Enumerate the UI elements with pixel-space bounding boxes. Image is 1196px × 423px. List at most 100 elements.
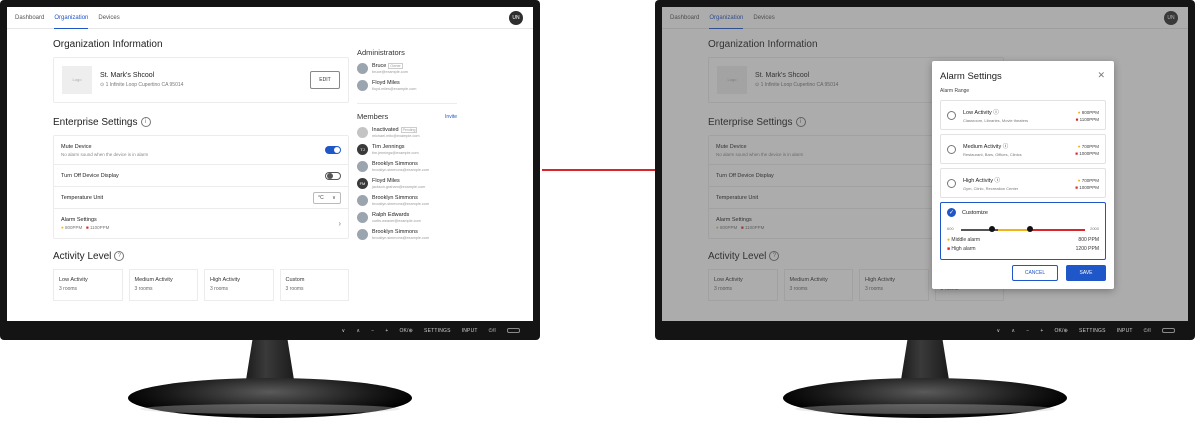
ok-button[interactable]: OK/⊕ (1054, 328, 1068, 334)
org-logo: Logo (62, 66, 92, 94)
enterprise-settings-card: Mute Device No alarm sound when the devi… (53, 135, 349, 239)
settings-button[interactable]: SETTINGS (424, 328, 451, 334)
edit-button[interactable]: EDIT (310, 71, 340, 89)
close-icon[interactable]: ✕ (1097, 70, 1105, 81)
chevron-right-icon: › (338, 219, 341, 228)
activity-card-low[interactable]: Low Activity 3 rooms (53, 269, 123, 301)
option-low-activity[interactable]: Low Activity ⓘ Classroom, Libraries, Mov… (940, 100, 1106, 130)
org-section-title: Organization Information (53, 39, 163, 50)
member-item[interactable]: FM Floyd Miles jackson.graham@example.com (357, 178, 457, 189)
ok-button[interactable]: OK/⊕ (399, 328, 413, 334)
alarm-settings-title: Alarm Settings (61, 217, 97, 223)
activity-title: Activity Level? (53, 251, 349, 262)
members-title: Members (357, 112, 389, 121)
monitor-right: Dashboard Organization Devices UN Organi… (655, 0, 1195, 423)
alarm-range-slider[interactable]: 600 2000 (947, 224, 1099, 234)
top-nav: Dashboard Organization Devices UN (7, 7, 533, 29)
activity-card-medium[interactable]: Medium Activity 3 rooms (128, 269, 198, 301)
monitor-stand-base (128, 378, 412, 418)
minus-button[interactable]: − (1026, 328, 1029, 334)
option-medium-activity[interactable]: Medium Activity ⓘ Restaurant, Bars, Offi… (940, 134, 1106, 164)
power-button[interactable]: ⏻/I (1144, 328, 1151, 334)
display-off-toggle[interactable] (325, 171, 341, 180)
down-button[interactable]: ∨ (996, 328, 1000, 334)
radio-high[interactable] (947, 178, 956, 188)
admin-item[interactable]: Floyd Miles floyd.miles@example.com (357, 80, 457, 91)
slider-min: 600 (947, 226, 954, 231)
help-icon: ⓘ (1002, 143, 1009, 150)
activity-card-high[interactable]: High Activity 3 rooms (204, 269, 274, 301)
member-item[interactable]: Inactivated Pending michael.mitc@example.c… (357, 127, 457, 138)
cancel-button[interactable]: CANCEL (1012, 265, 1058, 281)
member-item[interactable]: Brooklyn Simmons brooklyn.simmons@example… (357, 161, 457, 172)
mute-device-desc: No alarm sound when the device is in ala… (61, 151, 149, 157)
slider-thumb-high[interactable] (1027, 226, 1033, 232)
user-avatar[interactable]: UN (509, 11, 523, 25)
mute-device-toggle[interactable] (325, 146, 341, 154)
activity-card-custom[interactable]: Custom 3 rooms (279, 269, 349, 301)
admin-item[interactable]: Bruce Owner bruce@example.com (357, 63, 457, 74)
power-button[interactable]: ⏻/I (489, 328, 496, 334)
display-off-title: Turn Off Device Display (61, 172, 119, 179)
alarm-settings-row[interactable]: Alarm Settings ● 800PPM ■ 1100PPM › (54, 209, 348, 238)
help-icon: ⓘ (994, 177, 1001, 184)
check-icon[interactable]: ✓ (947, 208, 956, 217)
option-high-activity[interactable]: High Activity ⓘ Gym, Clinic, Recreation … (940, 168, 1106, 198)
radio-low[interactable] (947, 110, 956, 120)
plus-button[interactable]: + (1040, 328, 1043, 334)
org-card: Logo St. Mark's Shcool ⊙ 1 Infinite Loop… (53, 57, 349, 103)
avatar: TJ (357, 144, 368, 155)
screen-organization: Dashboard Organization Devices UN Organi… (7, 7, 533, 321)
member-item[interactable]: TJ Tim Jennings tim.jennings@example.com (357, 144, 457, 155)
slider-track[interactable] (961, 229, 1085, 231)
avatar (357, 80, 368, 91)
temp-unit-select[interactable]: °C ∨ (313, 191, 341, 204)
members-header: Members Invite (357, 103, 457, 121)
middle-alarm-row: ● Middle alarm 800 PPM (947, 237, 1099, 243)
avatar (357, 195, 368, 206)
up-button[interactable]: ∧ (1011, 328, 1015, 334)
plus-button[interactable]: + (385, 328, 388, 334)
screen-alarm-settings: Dashboard Organization Devices UN Organi… (662, 7, 1188, 321)
member-item[interactable]: Ralph Edwards curtis.weaver@example.com (357, 212, 457, 223)
monitor-controls: ∨ ∧ − + OK/⊕ SETTINGS INPUT ⏻/I (655, 321, 1195, 340)
member-item[interactable]: Brooklyn Simmons brooklyn.simmons@example… (357, 229, 457, 240)
input-button[interactable]: INPUT (462, 328, 478, 334)
input-button[interactable]: INPUT (1117, 328, 1133, 334)
avatar (357, 161, 368, 172)
monitor-bezel: Dashboard Organization Devices UN Organi… (0, 0, 540, 340)
settings-button[interactable]: SETTINGS (1079, 328, 1106, 334)
save-button[interactable]: SAVE (1066, 265, 1106, 281)
option-customize[interactable]: ✓ Customize 600 2000 ● Middle alarm 800 P… (940, 202, 1106, 260)
slider-max: 2000 (1090, 226, 1099, 231)
power-indicator (1162, 328, 1175, 333)
invite-link[interactable]: Invite (445, 114, 457, 120)
activity-cards: Low Activity 3 rooms Medium Activity 3 roo… (53, 269, 349, 301)
up-button[interactable]: ∧ (356, 328, 360, 334)
tab-organization[interactable]: Organization (54, 7, 89, 29)
monitor-left: Dashboard Organization Devices UN Organi… (0, 0, 540, 423)
monitor-stand-base (783, 378, 1067, 418)
info-icon[interactable]: i (140, 117, 151, 128)
slider-thumb-middle[interactable] (989, 226, 995, 232)
down-button[interactable]: ∨ (341, 328, 345, 334)
org-name: St. Mark's Shcool (100, 72, 155, 79)
radio-medium[interactable] (947, 144, 956, 154)
minus-button[interactable]: − (371, 328, 374, 334)
option-medium-ppm: ● 700PPM ■ 1000PPM (1075, 144, 1099, 156)
warning-dot-icon: ● (61, 225, 64, 230)
option-high-ppm: ● 700PPM ■ 1000PPM (1075, 178, 1099, 190)
temp-unit-row: Temperature Unit °C ∨ (54, 187, 348, 209)
tab-dashboard[interactable]: Dashboard (15, 7, 44, 29)
tab-devices[interactable]: Devices (98, 7, 119, 29)
alarm-settings-modal: Alarm Settings ✕ Alarm Range Low Activit… (932, 61, 1114, 289)
power-indicator (507, 328, 520, 333)
chevron-down-icon: ∨ (332, 194, 336, 201)
member-item[interactable]: Brooklyn Simmons brooklyn.simmons@example… (357, 195, 457, 206)
help-icon[interactable]: ? (114, 251, 125, 262)
temp-unit-title: Temperature Unit (61, 194, 104, 201)
modal-title: Alarm Settings (940, 71, 1002, 82)
high-alarm-row: ■ High alarm 1200 PPM (947, 246, 1099, 252)
composite-stage: Dashboard Organization Devices UN Organi… (0, 0, 1196, 423)
mute-device-title: Mute Device (61, 143, 92, 150)
